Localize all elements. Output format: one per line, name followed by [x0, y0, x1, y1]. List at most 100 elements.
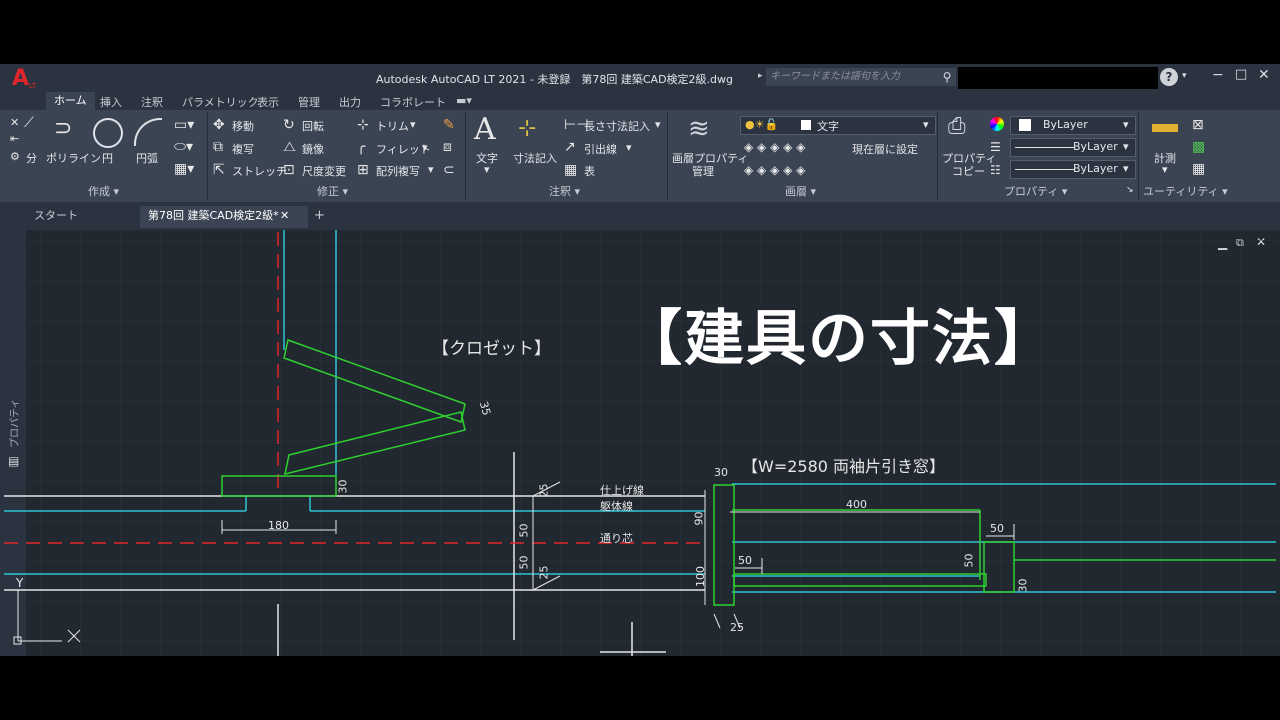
search-arrow-icon[interactable]: ▸ — [758, 71, 763, 81]
set-current-button[interactable]: 現在層に設定 — [852, 141, 918, 157]
arc-label[interactable]: 円弧 — [136, 150, 158, 166]
lineweight-sample — [1015, 147, 1075, 148]
dim-180: 180 — [268, 519, 289, 532]
array-button[interactable]: 配列複写 — [376, 163, 420, 179]
trim-dropdown-icon[interactable]: ▾ — [410, 118, 416, 131]
pin-icon[interactable]: ⇤ — [10, 132, 19, 146]
select-all-icon[interactable]: ▩ — [1192, 140, 1205, 154]
explode-icon[interactable]: ⧈ — [443, 140, 452, 154]
match-properties-label2[interactable]: コピー — [952, 163, 985, 179]
array-icon: ⊞ — [357, 162, 369, 178]
layer-tools-row1-icon[interactable]: ◈ ◈ ◈ ◈ ◈ — [744, 140, 805, 154]
polyline-label[interactable]: ポリライン — [46, 150, 101, 166]
layer-color-swatch — [801, 120, 811, 130]
signin-box[interactable] — [958, 67, 1158, 89]
autocad-logo[interactable]: A — [12, 66, 29, 91]
bulb-icon: ●☀🔓 — [745, 118, 779, 131]
tab-home[interactable]: ホーム — [46, 92, 95, 110]
match-properties-icon[interactable]: ⎙ — [948, 114, 966, 139]
window-label: 【W=2580 両袖片引き窓】 — [742, 457, 946, 476]
measure-icon[interactable] — [1152, 124, 1178, 132]
text-dropdown-icon[interactable]: ▾ — [484, 163, 490, 176]
circle-label[interactable]: 円 — [102, 150, 113, 166]
rotate-button[interactable]: 回転 — [302, 118, 324, 134]
hatch-icon[interactable]: ▦▾ — [174, 162, 194, 176]
tab-annotate[interactable]: 注釈 — [141, 94, 163, 110]
color-value: ByLayer — [1043, 118, 1088, 131]
move-button[interactable]: 移動 — [232, 118, 254, 134]
window-title: Autodesk AutoCAD LT 2021 - 未登録 第78回 建築CA… — [376, 73, 734, 86]
dim-50e: 50 — [962, 553, 976, 568]
array-dropdown-icon[interactable]: ▾ — [428, 163, 434, 176]
dim-50d: 50 — [738, 554, 752, 567]
close-icon[interactable]: ✕ — [1258, 67, 1270, 83]
layer-tools-row2-icon[interactable]: ◈ ◈ ◈ ◈ ◈ — [744, 163, 805, 177]
linetype-icon: ☷ — [990, 163, 1001, 177]
annotation-panel-title[interactable]: 注釈 ▾ — [549, 183, 580, 199]
circle-icon[interactable] — [93, 118, 123, 148]
properties-panel-title[interactable]: プロパティ ▾ — [1004, 183, 1067, 199]
tab-view[interactable]: 表示 — [257, 94, 279, 110]
lineweight-dropdown[interactable]: ByLayer ▾ — [1010, 138, 1136, 157]
measure-dropdown-icon[interactable]: ▾ — [1162, 163, 1168, 176]
tab-insert[interactable]: 挿入 — [100, 94, 122, 110]
lineweight-icon: ☰ — [990, 140, 1001, 154]
linetype-dropdown[interactable]: ByLayer ▾ — [1010, 160, 1136, 179]
dimension-label[interactable]: 寸法記入 — [513, 150, 557, 166]
rectangle-icon[interactable]: ▭▾ — [174, 118, 194, 132]
tab-output[interactable]: 出力 — [339, 94, 361, 110]
tab-parametric[interactable]: パラメトリック — [182, 94, 259, 110]
dim-50a: 50 — [517, 523, 531, 538]
offset-icon[interactable]: ⊂ — [443, 163, 455, 177]
maximize-icon[interactable]: □ — [1235, 67, 1247, 82]
dimension-icon[interactable]: ⊹ — [518, 116, 536, 141]
dim-30b: 30 — [714, 466, 728, 479]
leader-dropdown-icon[interactable]: ▾ — [626, 141, 632, 154]
settings-icon[interactable]: ⚙ — [10, 150, 20, 164]
leader-button[interactable]: 引出線 — [584, 141, 617, 157]
layer-dropdown[interactable]: ●☀🔓 文字 ▾ — [740, 116, 936, 135]
line-icon[interactable]: ⟋ — [24, 116, 34, 130]
close-tab-icon[interactable]: ✕ — [280, 206, 289, 226]
color-wheel-icon — [990, 117, 1004, 131]
draw-panel-title[interactable]: 作成 ▾ — [88, 183, 119, 199]
trim-button[interactable]: トリム — [376, 118, 409, 134]
search-icon[interactable]: ⚲ — [938, 68, 956, 86]
table-icon: ▦ — [564, 162, 578, 178]
ellipse-icon[interactable]: ⬭▾ — [174, 140, 193, 154]
color-dropdown[interactable]: ByLayer ▾ — [1010, 116, 1136, 135]
cut-label: 分 — [26, 152, 37, 165]
fillet-dropdown-icon[interactable]: ▾ — [422, 141, 428, 154]
lineweight-dropdown-icon: ▾ — [1123, 140, 1129, 153]
tab-collaborate[interactable]: コラボレート — [380, 94, 446, 110]
tab-manage[interactable]: 管理 — [298, 94, 320, 110]
mirror-button[interactable]: 鏡像 — [302, 141, 324, 157]
minimize-icon[interactable]: − — [1212, 67, 1224, 83]
stretch-button[interactable]: ストレッチ — [232, 163, 287, 179]
help-dropdown-icon[interactable]: ▾ — [1182, 71, 1187, 81]
scale-button[interactable]: 尺度変更 — [302, 163, 346, 179]
modify-panel-title[interactable]: 修正 ▾ — [317, 183, 348, 199]
text-icon[interactable]: A — [474, 112, 496, 147]
layer-properties-icon[interactable]: ≋ — [688, 114, 710, 144]
add-tab-button[interactable]: + — [314, 206, 325, 228]
properties-launcher-icon[interactable]: ↘ — [1126, 185, 1134, 195]
copy-button[interactable]: 複写 — [232, 141, 254, 157]
tab-document[interactable]: 第78回 建築CAD検定2級* ✕ — [140, 206, 308, 228]
quick-select-icon[interactable]: ⊠ — [1192, 118, 1204, 132]
linear-dim-dropdown-icon[interactable]: ▾ — [655, 118, 661, 131]
dim-30c: 30 — [1016, 578, 1030, 593]
calculator-icon[interactable]: ▦ — [1192, 162, 1205, 176]
dim-25a: 25 — [537, 483, 551, 498]
layer-manage-label[interactable]: 管理 — [692, 163, 714, 179]
tab-start[interactable]: スタート — [26, 206, 146, 228]
erase-icon[interactable]: ✎ — [443, 118, 455, 132]
linear-dim-button[interactable]: 長さ寸法記入 — [584, 118, 650, 134]
close-palette-icon[interactable]: ✕ — [10, 116, 19, 130]
help-icon[interactable]: ? — [1160, 68, 1178, 86]
ribbon-toggle-icon[interactable]: ▬▾ — [456, 94, 472, 107]
table-button[interactable]: 表 — [584, 163, 595, 179]
utilities-panel-title[interactable]: ユーティリティ ▾ — [1143, 183, 1228, 199]
layers-panel-title[interactable]: 画層 ▾ — [785, 183, 816, 199]
search-input[interactable]: キーワードまたは語句を入力 — [766, 68, 940, 86]
